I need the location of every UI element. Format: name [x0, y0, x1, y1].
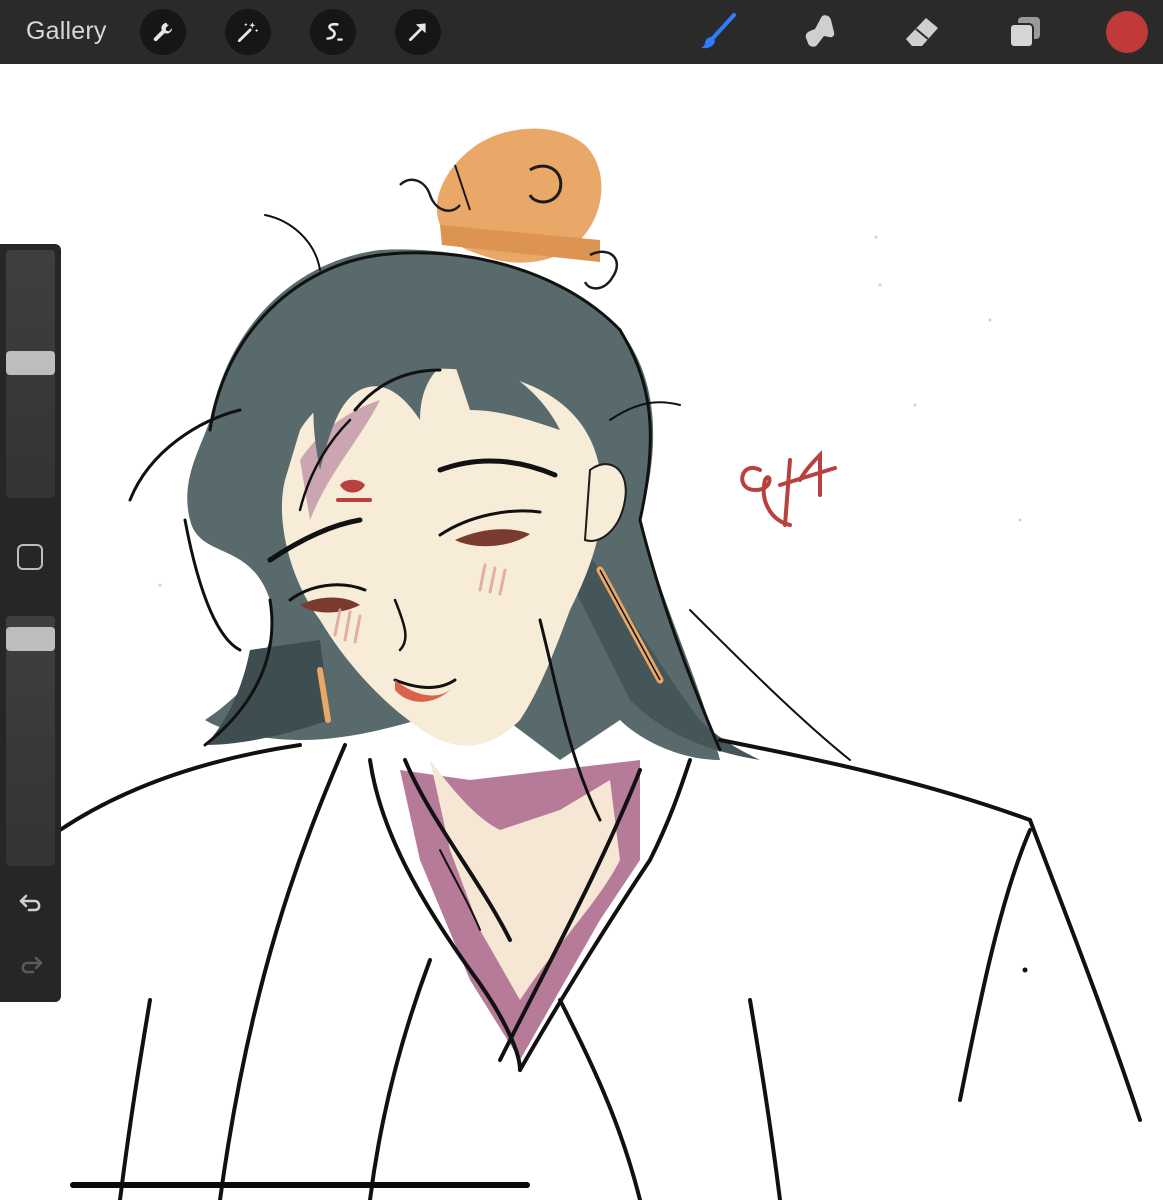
layers-icon: [1009, 17, 1040, 48]
redo-button[interactable]: [13, 950, 49, 980]
modify-button[interactable]: [17, 544, 43, 570]
top-toolbar: Gallery: [0, 0, 1163, 64]
brush-opacity-thumb[interactable]: [6, 627, 55, 652]
brush-opacity-slider[interactable]: [6, 616, 55, 866]
color-picker-button[interactable]: [1106, 11, 1148, 53]
redo-icon: [21, 956, 43, 974]
transform-button[interactable]: [395, 9, 441, 55]
transform-arrow-icon: [409, 23, 426, 41]
drawing-canvas[interactable]: [0, 64, 1163, 1200]
brush-size-thumb[interactable]: [6, 350, 55, 375]
selection-button[interactable]: [310, 9, 356, 55]
left-sidebar: [0, 244, 61, 1002]
wrench-icon: [153, 22, 173, 42]
eraser-tool[interactable]: [900, 10, 944, 54]
brush-icon: [701, 13, 736, 49]
adjustments-button[interactable]: [225, 9, 271, 55]
undo-icon: [19, 894, 41, 912]
artwork-illustration: [0, 128, 1163, 1200]
brush-tool[interactable]: [696, 10, 740, 54]
actions-button[interactable]: [140, 9, 186, 55]
selection-icon: [326, 22, 343, 41]
smudge-tool[interactable]: [798, 10, 842, 54]
home-indicator[interactable]: [70, 1182, 530, 1188]
smudge-icon: [805, 15, 835, 47]
gallery-button[interactable]: Gallery: [26, 17, 107, 46]
layers-button[interactable]: [1003, 10, 1047, 54]
artist-signature: [740, 450, 837, 527]
eraser-icon: [906, 18, 938, 46]
magic-wand-icon: [237, 22, 259, 43]
undo-button[interactable]: [13, 888, 49, 918]
